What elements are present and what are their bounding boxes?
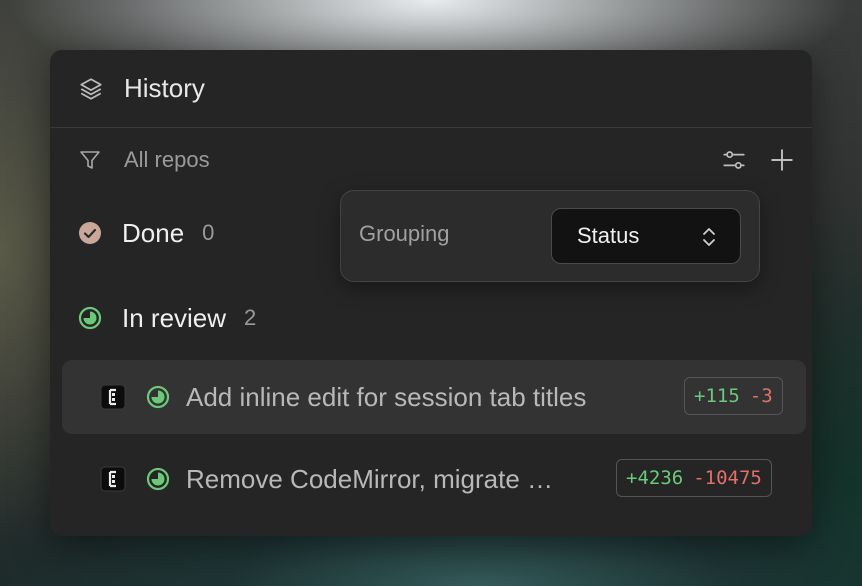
group-count: 0: [202, 220, 215, 245]
list-item[interactable]: Add inline edit for session tab titles +…: [62, 360, 806, 434]
progress-circle-icon: [146, 467, 170, 491]
list-item[interactable]: Remove CodeMirror, migrate … +4236 -1047…: [62, 442, 806, 516]
terminal-icon: [100, 384, 126, 410]
terminal-icon: [100, 466, 126, 492]
progress-circle-icon: [146, 385, 170, 409]
repo-filter[interactable]: All repos: [50, 140, 812, 180]
grouping-value: Status: [577, 223, 640, 248]
repo-filter-label: All repos: [124, 147, 210, 172]
progress-circle-icon: [78, 306, 102, 330]
group-done[interactable]: Done 0: [78, 213, 214, 253]
plus-icon[interactable]: [768, 146, 796, 174]
lines-added: +115: [694, 385, 740, 407]
grouping-select[interactable]: Status: [551, 208, 741, 264]
group-name: Done: [122, 217, 185, 248]
group-name: In review: [122, 302, 227, 333]
lines-added: +4236: [626, 467, 684, 489]
lines-removed: -3: [749, 385, 773, 407]
history-panel: History All repos Done 0 In review 2 Gro…: [50, 50, 812, 536]
filter-icon: [78, 148, 102, 172]
check-circle-icon: [78, 221, 102, 245]
page-title: History: [124, 73, 205, 103]
lines-removed: -10475: [693, 467, 762, 489]
item-title: Remove CodeMirror, migrate …: [186, 463, 553, 494]
grouping-label: Grouping: [359, 221, 450, 246]
grouping-popover: Grouping Status: [340, 190, 760, 282]
sliders-icon[interactable]: [720, 146, 748, 174]
diff-stats: +4236 -10475: [616, 459, 772, 497]
panel-header: History: [50, 50, 812, 128]
item-title: Add inline edit for session tab titles: [186, 381, 587, 412]
diff-stats: +115 -3: [684, 377, 783, 415]
group-count: 2: [244, 305, 257, 330]
group-in-review[interactable]: In review 2: [78, 298, 256, 338]
chevron-up-down-icon: [700, 225, 718, 249]
layers-icon: [78, 76, 104, 102]
